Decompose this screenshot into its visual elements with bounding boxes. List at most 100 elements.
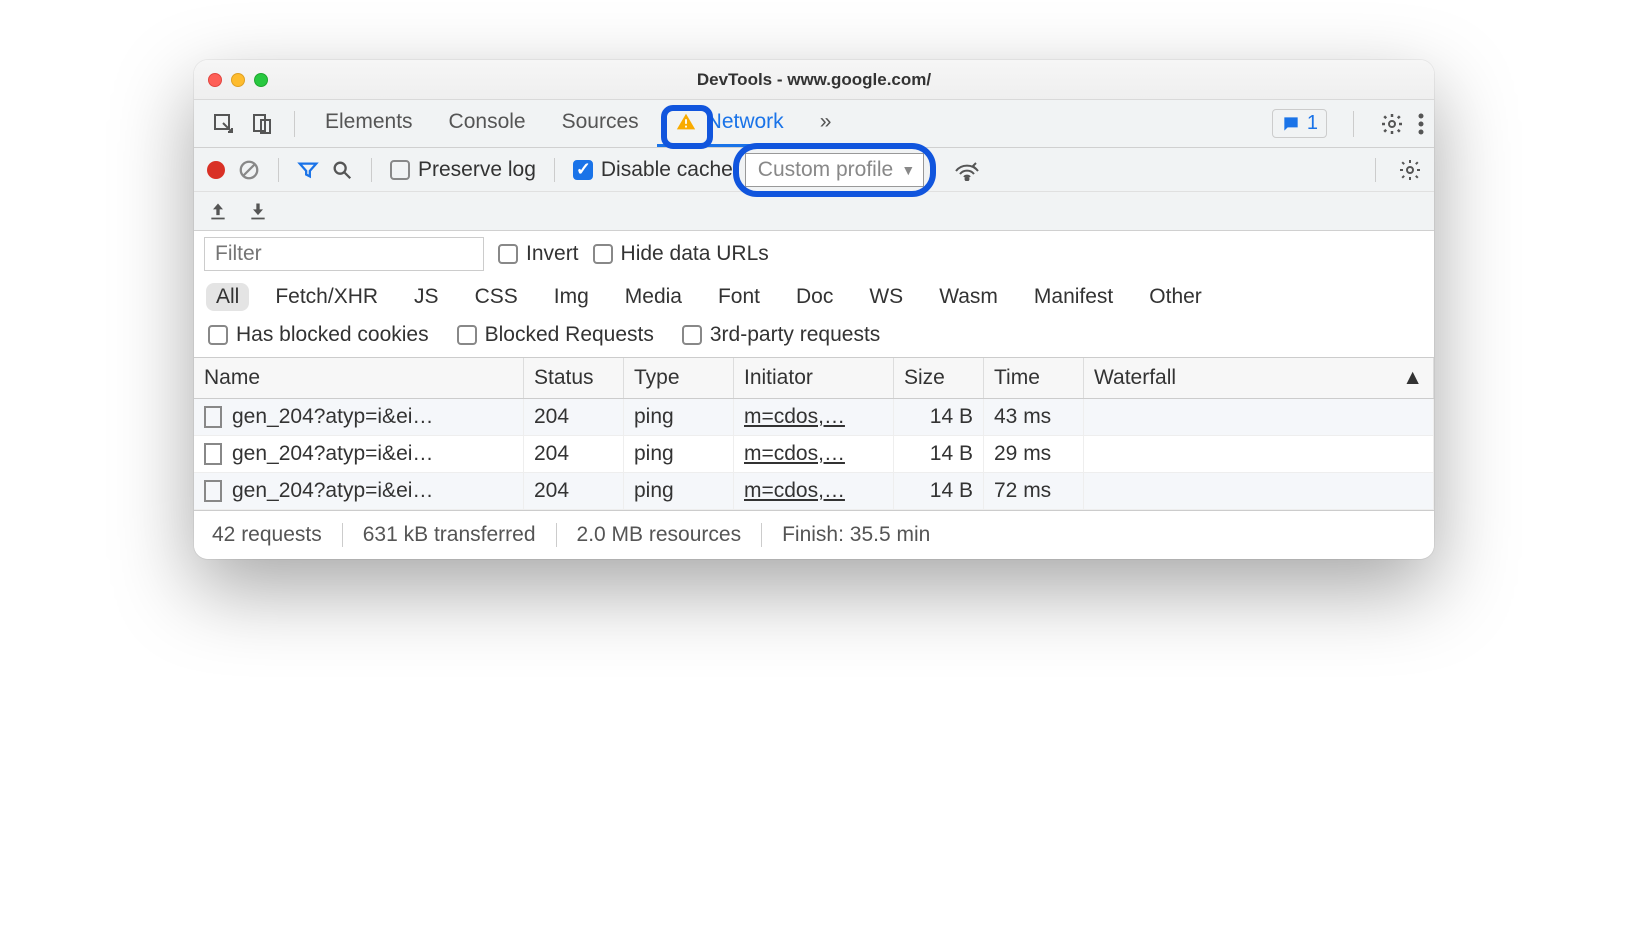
separator xyxy=(294,111,295,137)
cell-type: ping xyxy=(624,399,734,435)
type-pill-font[interactable]: Font xyxy=(708,283,770,311)
type-pill-img[interactable]: Img xyxy=(544,283,599,311)
type-pill-ws[interactable]: WS xyxy=(859,283,913,311)
throttling-select[interactable]: Custom profile xyxy=(745,153,924,187)
status-finish: Finish: 35.5 min xyxy=(782,523,950,547)
tab-elements[interactable]: Elements xyxy=(307,100,431,147)
filter-input[interactable] xyxy=(204,237,484,271)
cell-type: ping xyxy=(624,436,734,472)
col-status[interactable]: Status xyxy=(524,358,624,398)
cell-time: 72 ms xyxy=(984,473,1084,509)
separator xyxy=(371,158,372,182)
settings-gear-icon[interactable] xyxy=(1398,158,1422,182)
record-button[interactable] xyxy=(206,160,226,180)
download-icon[interactable] xyxy=(248,201,268,221)
preserve-log-checkbox[interactable]: Preserve log xyxy=(390,158,536,182)
cell-size: 14 B xyxy=(894,473,984,509)
col-size[interactable]: Size xyxy=(894,358,984,398)
device-toggle-icon[interactable] xyxy=(250,112,274,136)
close-window-button[interactable] xyxy=(208,73,222,87)
tab-overflow[interactable]: » xyxy=(802,100,850,147)
tab-network[interactable]: Network xyxy=(657,100,802,147)
kebab-icon[interactable] xyxy=(1418,113,1424,135)
cell-name: gen_204?atyp=i&ei… xyxy=(232,442,433,466)
devtools-window: DevTools - www.google.com/ Elements Cons… xyxy=(194,60,1434,559)
file-icon xyxy=(204,443,222,465)
issues-count: 1 xyxy=(1307,112,1318,135)
third-party-checkbox[interactable]: 3rd-party requests xyxy=(682,323,880,347)
type-pill-js[interactable]: JS xyxy=(404,283,449,311)
cell-waterfall xyxy=(1084,436,1434,472)
type-pill-other[interactable]: Other xyxy=(1139,283,1212,311)
grid-header: Name Status Type Initiator Size Time Wat… xyxy=(194,358,1434,399)
invert-label: Invert xyxy=(526,242,579,266)
issues-icon xyxy=(1281,114,1301,134)
col-initiator[interactable]: Initiator xyxy=(734,358,894,398)
cell-name: gen_204?atyp=i&ei… xyxy=(232,479,433,503)
filter-icon[interactable] xyxy=(297,159,319,181)
hide-data-urls-checkbox[interactable]: Hide data URLs xyxy=(593,242,769,266)
grid-body: gen_204?atyp=i&ei…204pingm=cdos,…14 B43 … xyxy=(194,399,1434,510)
search-icon[interactable] xyxy=(331,159,353,181)
cell-waterfall xyxy=(1084,473,1434,509)
type-pill-manifest[interactable]: Manifest xyxy=(1024,283,1123,311)
status-requests: 42 requests xyxy=(212,523,343,547)
cell-initiator[interactable]: m=cdos,… xyxy=(734,436,894,472)
type-pill-wasm[interactable]: Wasm xyxy=(929,283,1008,311)
file-icon xyxy=(204,406,222,428)
table-row[interactable]: gen_204?atyp=i&ei…204pingm=cdos,…14 B72 … xyxy=(194,473,1434,510)
hide-data-urls-label: Hide data URLs xyxy=(621,242,769,266)
cell-size: 14 B xyxy=(894,436,984,472)
status-resources: 2.0 MB resources xyxy=(577,523,763,547)
clear-button[interactable] xyxy=(238,159,260,181)
zoom-window-button[interactable] xyxy=(254,73,268,87)
gear-icon[interactable] xyxy=(1380,112,1404,136)
col-waterfall[interactable]: Waterfall▲ xyxy=(1084,358,1434,398)
separator xyxy=(1375,158,1376,182)
status-transferred: 631 kB transferred xyxy=(363,523,557,547)
table-row[interactable]: gen_204?atyp=i&ei…204pingm=cdos,…14 B43 … xyxy=(194,399,1434,436)
type-filter-pills: All Fetch/XHR JS CSS Img Media Font Doc WS Wasm Ma… xyxy=(194,277,1434,317)
cell-status: 204 xyxy=(524,436,624,472)
cell-time: 29 ms xyxy=(984,436,1084,472)
issues-badge[interactable]: 1 xyxy=(1272,109,1327,138)
preserve-log-label: Preserve log xyxy=(418,158,536,182)
blocked-cookies-checkbox[interactable]: Has blocked cookies xyxy=(208,323,429,347)
traffic-lights xyxy=(208,73,268,87)
sort-indicator-icon: ▲ xyxy=(1402,366,1423,390)
minimize-window-button[interactable] xyxy=(231,73,245,87)
separator xyxy=(278,158,279,182)
tab-network-label: Network xyxy=(707,110,784,134)
type-pill-all[interactable]: All xyxy=(206,283,249,311)
tab-sources[interactable]: Sources xyxy=(544,100,657,147)
table-row[interactable]: gen_204?atyp=i&ei… 204pingm=cdos,…14 B29 … xyxy=(194,436,1434,473)
col-time[interactable]: Time xyxy=(984,358,1084,398)
cell-time: 43 ms xyxy=(984,399,1084,435)
type-pill-css[interactable]: CSS xyxy=(465,283,528,311)
separator xyxy=(554,158,555,182)
cell-type: ping xyxy=(624,473,734,509)
upload-icon[interactable] xyxy=(208,201,228,221)
warning-icon xyxy=(675,111,697,133)
network-conditions-icon[interactable] xyxy=(954,159,980,181)
separator xyxy=(1353,111,1354,137)
blocked-requests-checkbox[interactable]: Blocked Requests xyxy=(457,323,654,347)
import-export-toolbar xyxy=(194,192,1434,230)
col-name[interactable]: Name xyxy=(194,358,524,398)
type-pill-fetch-xhr[interactable]: Fetch/XHR xyxy=(265,283,388,311)
window-title: DevTools - www.google.com/ xyxy=(208,70,1420,90)
type-pill-doc[interactable]: Doc xyxy=(786,283,843,311)
tab-console[interactable]: Console xyxy=(431,100,544,147)
cell-initiator[interactable]: m=cdos,… xyxy=(734,473,894,509)
cell-initiator[interactable]: m=cdos,… xyxy=(734,399,894,435)
disable-cache-checkbox[interactable]: Disable cache xyxy=(573,158,733,182)
titlebar: DevTools - www.google.com/ xyxy=(194,60,1434,100)
cell-name: gen_204?atyp=i&ei… xyxy=(232,405,433,429)
inspect-icon[interactable] xyxy=(212,112,236,136)
filter-row: Invert Hide data URLs xyxy=(194,230,1434,277)
network-toolbar: Preserve log Disable cache Custom profil… xyxy=(194,148,1434,192)
invert-checkbox[interactable]: Invert xyxy=(498,242,579,266)
type-pill-media[interactable]: Media xyxy=(615,283,692,311)
col-type[interactable]: Type xyxy=(624,358,734,398)
extra-filters: Has blocked cookies Blocked Requests 3rd… xyxy=(194,317,1434,358)
